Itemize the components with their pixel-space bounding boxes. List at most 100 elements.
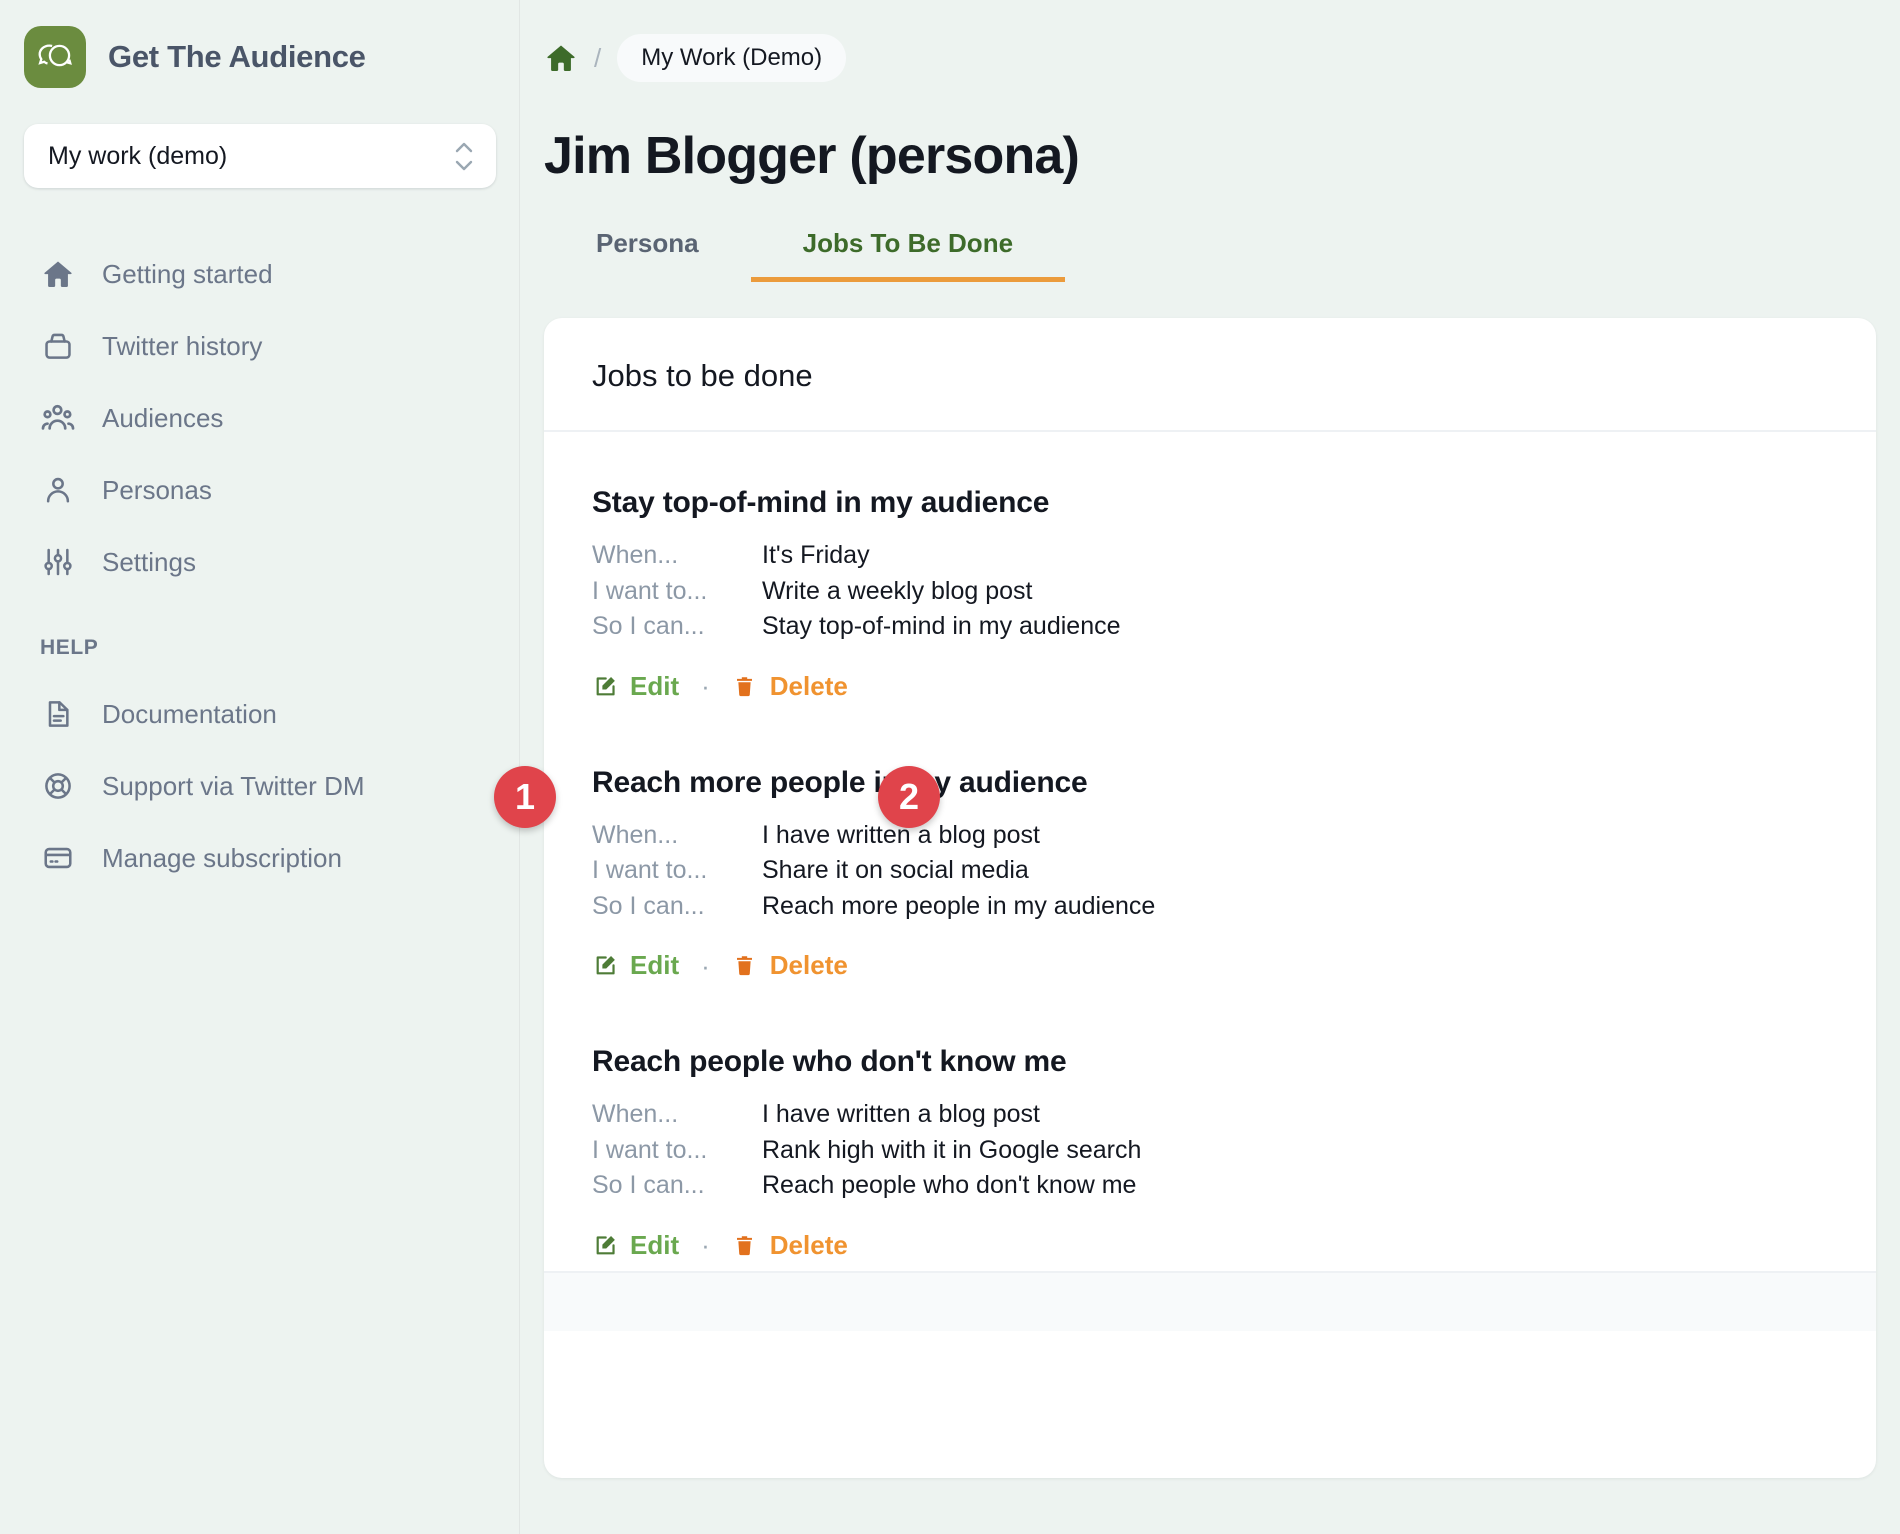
job-row-i-want-to: I want to... Share it on social media [592, 853, 1828, 889]
breadcrumb-chip[interactable]: My Work (Demo) [617, 34, 847, 82]
jobs-card-header: Jobs to be done [544, 318, 1876, 432]
job-row-when: When... I have written a blog post [592, 1097, 1828, 1133]
document-icon [40, 696, 76, 732]
sidebar-item-support[interactable]: Support via Twitter DM [24, 750, 496, 822]
sliders-icon [40, 544, 76, 580]
edit-label: Edit [630, 1229, 680, 1260]
pencil-square-icon [592, 1231, 618, 1259]
brand-name: Get The Audience [108, 39, 366, 74]
sidebar-item-twitter-history[interactable]: Twitter history [24, 310, 496, 382]
user-icon [40, 472, 76, 508]
tab-persona[interactable]: Persona [544, 228, 751, 282]
jobs-card-title: Jobs to be done [592, 358, 813, 393]
job-actions: Edit · Delete [592, 950, 1828, 981]
job-row-value: Reach people who don't know me [762, 1171, 1137, 1199]
sidebar-item-getting-started[interactable]: Getting started [24, 238, 496, 310]
users-group-icon [40, 400, 76, 436]
sidebar-item-label: Getting started [102, 258, 273, 289]
delete-action[interactable]: Delete [732, 950, 848, 981]
sidebar-help-title: HELP [40, 636, 99, 659]
job-row-value: Rank high with it in Google search [762, 1135, 1142, 1164]
job-actions: Edit · Delete [592, 671, 1828, 702]
delete-label: Delete [769, 950, 848, 980]
action-separator: · [701, 950, 710, 981]
job-row-label: So I can... [592, 891, 705, 920]
edit-label: Edit [630, 950, 680, 980]
workspace-selector-value: My work (demo) [48, 141, 228, 170]
edit-action[interactable]: Edit [592, 1230, 679, 1261]
main-content: / My Work (Demo) Jim Blogger (persona) P… [520, 0, 1900, 1534]
job-item: Reach people who don't know me When... I… [592, 991, 1828, 1271]
sidebar-nav: Getting started Twitter history Audience… [0, 238, 520, 894]
sidebar-item-settings[interactable]: Settings [24, 526, 496, 598]
edit-action[interactable]: Edit [592, 950, 679, 981]
job-item: Stay top-of-mind in my audience When... … [592, 432, 1828, 712]
job-row-when: When... It's Friday [592, 538, 1828, 574]
sidebar-item-label: Audiences [102, 402, 224, 433]
job-title: Reach people who don't know me [592, 1045, 1067, 1078]
chat-bubbles-icon [24, 26, 86, 88]
delete-action[interactable]: Delete [732, 671, 848, 702]
edit-label: Edit [630, 670, 680, 701]
sidebar-item-label: Documentation [102, 698, 277, 729]
job-row-so-i-can: So I can... Stay top-of-mind in my audie… [592, 609, 1828, 645]
credit-card-icon [40, 840, 76, 876]
job-title: Reach more people in my audience [592, 765, 1088, 799]
annotation-badge-1: 1 [494, 766, 556, 828]
lifebuoy-icon [40, 768, 76, 804]
job-row-value: Write a weekly blog post [762, 576, 1033, 605]
tab-jobs-to-be-done[interactable]: Jobs To Be Done [750, 228, 1066, 282]
card-footer-band [544, 1270, 1876, 1331]
sidebar-item-audiences[interactable]: Audiences [24, 382, 496, 454]
annotation-badge-2: 2 [878, 766, 940, 828]
brand[interactable]: Get The Audience [0, 0, 520, 88]
pencil-square-icon [592, 952, 618, 980]
job-row-so-i-can: So I can... Reach more people in my audi… [592, 889, 1828, 925]
jobs-card: Jobs to be done Stay top-of-mind in my a… [544, 318, 1876, 1478]
edit-action[interactable]: Edit [592, 671, 679, 702]
job-item: Reach more people in my audience When...… [592, 712, 1828, 992]
pencil-square-icon [592, 672, 618, 700]
trash-icon [732, 952, 758, 980]
job-row-so-i-can: So I can... Reach people who don't know … [592, 1168, 1828, 1204]
breadcrumb-separator: / [594, 42, 602, 73]
sidebar-item-label: Manage subscription [102, 842, 342, 873]
delete-action[interactable]: Delete [732, 1230, 848, 1261]
sidebar: Get The Audience My work (demo) Getting … [0, 0, 520, 1534]
archive-icon [40, 328, 76, 364]
chevron-up-down-icon [454, 142, 474, 171]
job-row-i-want-to: I want to... Rank high with it in Google… [592, 1133, 1828, 1169]
job-title: Stay top-of-mind in my audience [592, 486, 1050, 519]
job-row-value: Share it on social media [762, 856, 1029, 884]
job-row-value: It's Friday [762, 541, 870, 569]
delete-label: Delete [769, 1229, 848, 1260]
job-row-label: So I can... [592, 1171, 705, 1199]
job-row-label: So I can... [592, 612, 705, 640]
jobs-list: Stay top-of-mind in my audience When... … [544, 432, 1876, 1271]
home-icon [40, 256, 76, 292]
job-row-value: Reach more people in my audience [762, 891, 1156, 920]
sidebar-item-documentation[interactable]: Documentation [24, 678, 496, 750]
job-row-when: When... I have written a blog post [592, 818, 1828, 854]
job-row-label: I want to... [592, 856, 708, 884]
delete-label: Delete [769, 670, 848, 701]
trash-icon [732, 672, 758, 700]
app-root: Get The Audience My work (demo) Getting … [0, 0, 1900, 1534]
job-row-label: When... [592, 1100, 679, 1128]
sidebar-item-label: Support via Twitter DM [102, 770, 365, 801]
sidebar-item-label: Twitter history [102, 330, 263, 361]
job-actions: Edit · Delete [592, 1230, 1828, 1261]
trash-icon [732, 1231, 758, 1259]
job-row-label: I want to... [592, 1135, 708, 1164]
job-row-value: I have written a blog post [762, 1100, 1040, 1128]
sidebar-item-personas[interactable]: Personas [24, 454, 496, 526]
sidebar-item-label: Personas [102, 474, 212, 505]
breadcrumb: / My Work (Demo) [520, 0, 1900, 82]
action-separator: · [701, 671, 710, 701]
workspace-selector[interactable]: My work (demo) [24, 124, 496, 188]
sidebar-item-manage-subscription[interactable]: Manage subscription [24, 822, 496, 894]
job-row-value: Stay top-of-mind in my audience [762, 612, 1121, 640]
home-icon[interactable] [544, 41, 578, 75]
job-row-i-want-to: I want to... Write a weekly blog post [592, 574, 1828, 610]
job-row-label: When... [592, 541, 679, 569]
